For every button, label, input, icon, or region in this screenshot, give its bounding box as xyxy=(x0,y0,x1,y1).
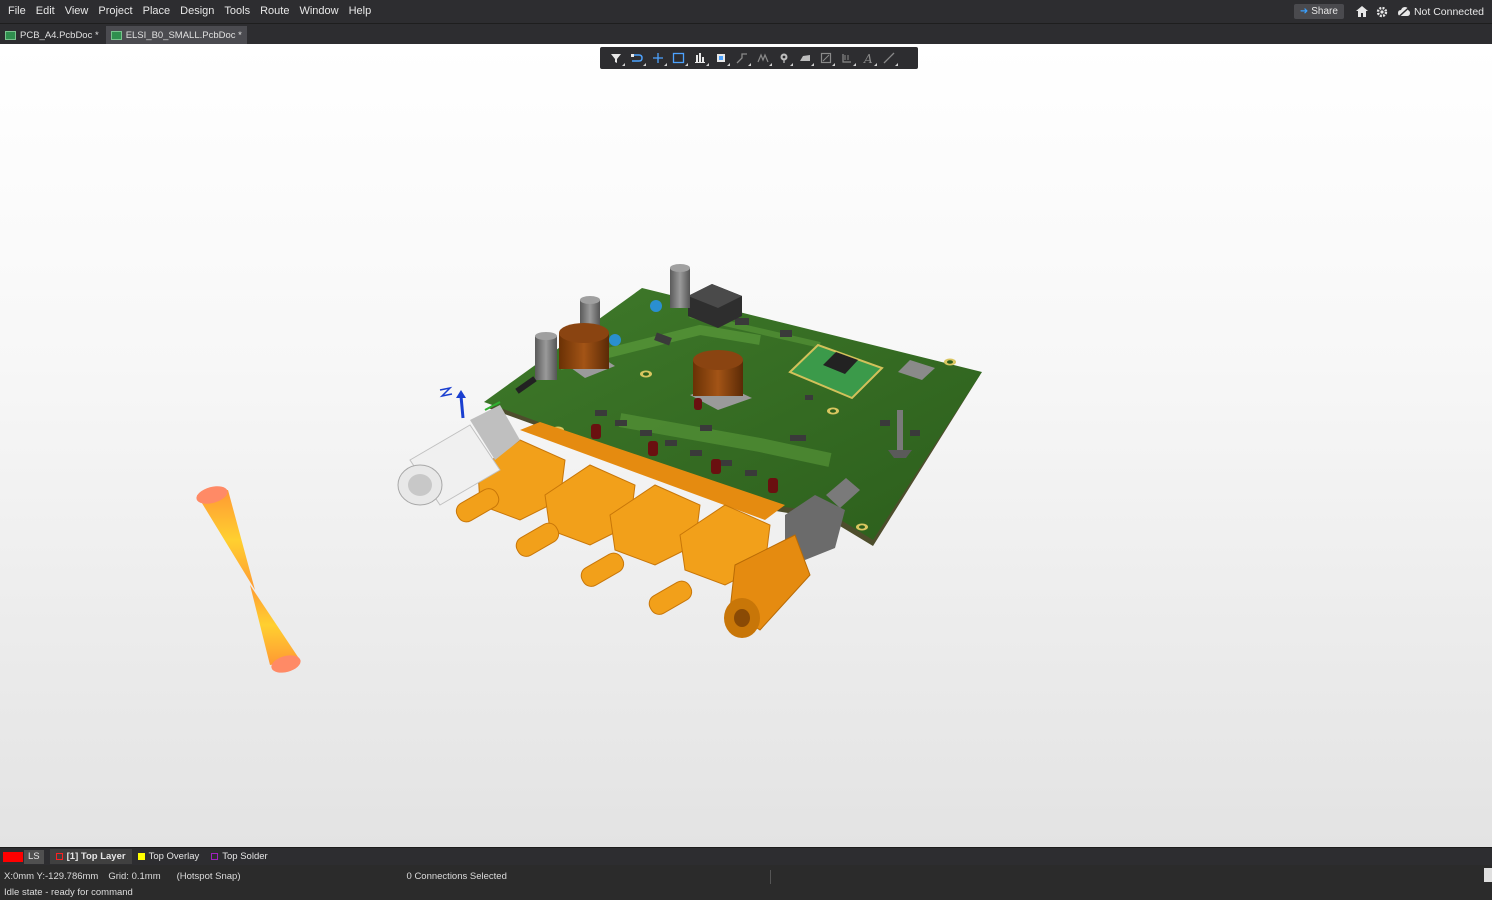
menu-file[interactable]: File xyxy=(3,0,31,23)
not-connected-icon xyxy=(1397,6,1410,17)
status-divider xyxy=(770,870,771,884)
layer-tab-label: [1] Top Layer xyxy=(66,851,126,862)
selection-count: 0 Connections Selected xyxy=(406,870,507,882)
status-bar: X:0mm Y:-129.786mm Grid: 0.1mm (Hotspot … xyxy=(0,866,1492,886)
current-layer-color[interactable] xyxy=(3,851,23,862)
layer-tab-label: Top Solder xyxy=(222,851,268,862)
menu-view[interactable]: View xyxy=(60,0,94,23)
tab-pcb-a4[interactable]: PCB_A4.PcbDoc * xyxy=(0,26,104,44)
menu-bar: File Edit View Project Place Design Tool… xyxy=(0,0,1492,24)
menu-tools[interactable]: Tools xyxy=(219,0,255,23)
menu-project[interactable]: Project xyxy=(93,0,137,23)
connection-label: Not Connected xyxy=(1413,5,1484,18)
share-label: Share xyxy=(1311,6,1338,17)
layer-tab-top-solder[interactable]: Top Solder xyxy=(205,849,273,864)
gear-icon[interactable] xyxy=(1374,4,1390,20)
panels-button[interactable] xyxy=(1484,868,1492,882)
pcb-3d-scene xyxy=(196,264,982,673)
layer-color-swatch xyxy=(55,853,63,860)
layer-tab-top-layer[interactable]: [1] Top Layer xyxy=(49,849,132,864)
header-right: ➜ Share Not Connected xyxy=(1293,0,1492,23)
menu-design[interactable]: Design xyxy=(175,0,219,23)
home-icon[interactable] xyxy=(1354,4,1370,20)
share-button[interactable]: ➜ Share xyxy=(1293,4,1344,19)
layer-tabs: LS [1] Top Layer Top Overlay Top Solder xyxy=(0,847,1492,865)
menu-window[interactable]: Window xyxy=(294,0,343,23)
layer-set-button[interactable]: LS xyxy=(24,849,44,864)
document-tabs: PCB_A4.PcbDoc * ELSI_B0_SMALL.PcbDoc * xyxy=(0,24,1492,44)
tab-elsi-b0-small[interactable]: ELSI_B0_SMALL.PcbDoc * xyxy=(105,26,247,44)
main-menu: File Edit View Project Place Design Tool… xyxy=(0,0,376,23)
light-cone xyxy=(196,486,301,673)
command-status: Idle state - ready for command xyxy=(0,886,1492,900)
pcb-3d-view[interactable]: A xyxy=(0,44,1492,847)
tab-label: PCB_A4.PcbDoc * xyxy=(20,29,99,41)
share-icon: ➜ xyxy=(1299,6,1309,17)
menu-place[interactable]: Place xyxy=(138,0,176,23)
cursor-coordinates: X:0mm Y:-129.786mm xyxy=(4,870,99,882)
layer-tab-top-overlay[interactable]: Top Overlay xyxy=(132,849,206,864)
menu-edit[interactable]: Edit xyxy=(31,0,60,23)
tab-label: ELSI_B0_SMALL.PcbDoc * xyxy=(125,29,242,41)
layer-color-swatch xyxy=(211,853,219,860)
snap-mode: (Hotspot Snap) xyxy=(176,870,241,882)
menu-route[interactable]: Route xyxy=(255,0,294,23)
connection-status[interactable]: Not Connected xyxy=(1397,5,1484,18)
layer-tab-label: Top Overlay xyxy=(148,851,200,862)
grid-size: Grid: 0.1mm xyxy=(108,870,161,882)
menu-help[interactable]: Help xyxy=(344,0,377,23)
layer-color-swatch xyxy=(137,853,145,860)
pcb-doc-icon xyxy=(110,30,122,40)
pcb-doc-icon xyxy=(5,30,16,40)
